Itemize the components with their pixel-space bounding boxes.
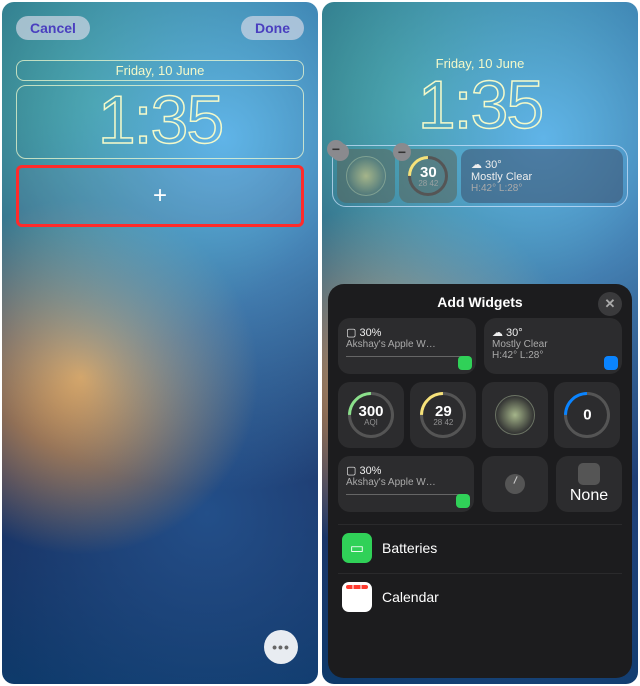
date-widget[interactable]: Friday, 10 June	[16, 60, 304, 81]
widget-option-sun[interactable]: 0	[554, 382, 620, 448]
time-widget[interactable]: 1:35	[16, 85, 304, 159]
editor-toolbar: Cancel Done	[2, 2, 318, 40]
add-widgets-panel: Add Widgets ✕ ▢ 30% Akshay's Apple W… ☁︎…	[328, 284, 632, 678]
battery-icon: ▭	[342, 533, 372, 563]
cancel-button[interactable]: Cancel	[16, 16, 90, 40]
plus-icon: +	[153, 182, 167, 210]
widget-option-none[interactable]: None	[556, 456, 622, 512]
widget-category-list: ▭ Batteries Calendar	[338, 524, 622, 620]
add-widgets-slot[interactable]: +	[16, 165, 304, 227]
widget-option-uv[interactable]: 29 28 42	[410, 382, 476, 448]
remove-icon[interactable]: −	[327, 140, 345, 158]
widget-option-aqi[interactable]: 300 AQI	[338, 382, 404, 448]
placed-widget-radar[interactable]: −	[337, 149, 395, 203]
category-calendar[interactable]: Calendar	[338, 573, 622, 620]
clock-icon	[505, 474, 525, 494]
ellipsis-icon: •••	[272, 639, 290, 655]
widget-option-battery-wide[interactable]: ▢ 30% Akshay's Apple W…	[338, 456, 474, 512]
radar-icon	[346, 156, 386, 196]
widget-option-activity[interactable]	[482, 382, 548, 448]
widget-option-weather[interactable]: ☁︎ 30° Mostly Clear H:42° L:28°	[484, 318, 622, 374]
gauge-icon: 0	[554, 382, 619, 447]
more-button[interactable]: •••	[264, 630, 298, 664]
remove-icon[interactable]: −	[393, 143, 411, 161]
time-label: 1:35	[322, 71, 638, 139]
close-icon: ✕	[605, 296, 616, 312]
widget-option-battery[interactable]: ▢ 30% Akshay's Apple W…	[338, 318, 476, 374]
placed-widget-weather[interactable]: − ☁︎ 30° Mostly Clear H:42° L:28°	[461, 149, 623, 203]
category-batteries[interactable]: ▭ Batteries	[338, 524, 622, 571]
close-button[interactable]: ✕	[598, 292, 622, 316]
lockscreen-widget-picker: Friday, 10 June 1:35 − − 30 28 42 − ☁︎ 3…	[322, 2, 638, 684]
placed-widget-uv[interactable]: − 30 28 42	[399, 149, 457, 203]
gauge-icon: 300 AQI	[338, 382, 403, 447]
batteries-app-icon	[456, 494, 470, 508]
done-button[interactable]: Done	[241, 16, 304, 40]
gauge-icon: 29 28 42	[410, 382, 475, 447]
batteries-app-icon	[458, 356, 472, 370]
panel-title: Add Widgets ✕	[338, 294, 622, 310]
lockscreen-editor: Cancel Done Friday, 10 June 1:35 + •••	[2, 2, 318, 684]
weather-app-icon	[604, 356, 618, 370]
rings-icon	[495, 395, 535, 435]
calendar-icon	[342, 582, 372, 612]
placed-widgets-bar[interactable]: − − 30 28 42 − ☁︎ 30° Mostly Clear H:42°…	[332, 145, 628, 207]
widget-option-clock[interactable]	[482, 456, 548, 512]
